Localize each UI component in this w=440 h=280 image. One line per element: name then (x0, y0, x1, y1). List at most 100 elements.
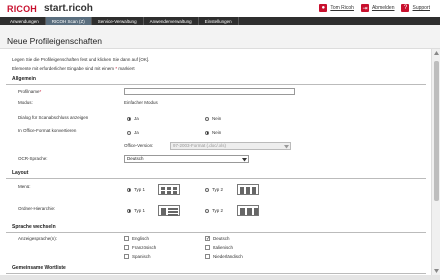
section-wordlist: Gemeinsame Wortliste (12, 265, 66, 271)
mode-label: Modus: (18, 100, 33, 105)
chevron-down-icon (242, 158, 247, 162)
radio-dot[interactable] (205, 116, 209, 121)
radio-label: Typ 1 (134, 187, 146, 192)
checkbox[interactable] (124, 236, 129, 241)
vertical-scrollbar[interactable] (431, 49, 440, 275)
checkbox-label: Französisch (132, 245, 157, 250)
office-version-label: Office-Version: (124, 143, 154, 148)
office-convert-no-radio[interactable]: Nein (205, 130, 221, 135)
radio-dot[interactable] (127, 187, 131, 192)
lang-checkbox-italian[interactable]: Italienisch (205, 245, 233, 250)
scan-end-no-radio[interactable]: Nein (205, 116, 221, 121)
column-layout-icon (237, 205, 259, 216)
lang-checkbox-german[interactable]: Deutsch (205, 236, 230, 242)
radio-label: Nein (212, 130, 222, 135)
office-version-value: 97-2003-Format (.doc/.xls) (173, 143, 227, 148)
radio-dot[interactable] (205, 208, 209, 213)
radio-label: Typ 1 (134, 208, 146, 213)
folder-type1-radio[interactable]: Typ 1 (127, 208, 145, 213)
user-area: ● Tom Ricoh ⇥ Abmelden ? Support (319, 3, 434, 13)
checkbox[interactable] (124, 245, 129, 250)
scroll-down-icon[interactable] (434, 269, 439, 273)
support-icon: ? (401, 4, 410, 12)
ocr-language-value: Deutsch (127, 156, 144, 161)
office-convert-label: In Office-Format konvertieren (18, 128, 77, 133)
lang-checkbox-french[interactable]: Französisch (124, 245, 156, 250)
radio-dot[interactable] (205, 187, 209, 192)
menu-type2-radio[interactable]: Typ 2 (205, 187, 223, 192)
ricoh-logo: RICOH (7, 4, 37, 14)
divider (6, 84, 426, 85)
logout-icon: ⇥ (360, 4, 369, 12)
office-convert-yes-radio[interactable]: Ja (127, 130, 139, 135)
profile-name-input[interactable] (124, 88, 295, 95)
lang-checkbox-dutch[interactable]: Niederländisch (205, 254, 243, 259)
page-title-bar: Neue Profileigenschaften (0, 25, 440, 49)
required-marker: * (39, 89, 42, 94)
radio-dot[interactable] (127, 130, 131, 135)
chevron-down-icon (284, 145, 289, 149)
scan-end-dialog-label: Dialog für Scanabschluss anzeigen (18, 115, 89, 120)
scrollbar-thumb[interactable] (434, 61, 439, 201)
page-title: Neue Profileigenschaften (7, 36, 102, 46)
bottom-edge (0, 275, 440, 280)
ocr-language-select[interactable]: Deutsch (124, 155, 249, 163)
checkbox[interactable] (205, 236, 210, 242)
checkbox-label: Englisch (132, 236, 150, 241)
folder-type2-radio[interactable]: Typ 2 (205, 208, 223, 213)
top-header: RICOH start.ricoh ● Tom Ricoh ⇥ Abmelden… (0, 0, 440, 17)
checkbox-label: Niederländisch (213, 254, 243, 259)
required-note-suffix: markiert (118, 66, 135, 71)
scan-end-yes-radio[interactable]: Ja (127, 116, 139, 121)
divider (6, 178, 426, 179)
radio-label: Typ 2 (212, 208, 224, 213)
app-name: start.ricoh (44, 3, 93, 14)
menu-label: Menü: (18, 184, 31, 189)
tab-service-management[interactable]: Service-Verwaltung (92, 17, 144, 25)
divider (6, 232, 426, 233)
lang-checkbox-spanish[interactable]: Spanisch (124, 254, 151, 259)
office-version-select[interactable]: 97-2003-Format (.doc/.xls) (170, 142, 291, 150)
section-layout: Layout (12, 170, 29, 176)
ocr-language-label: OCR-Sprache: (18, 156, 48, 161)
radio-label: Typ 2 (212, 187, 224, 192)
display-language-label: Anzeigesprache(n): (18, 236, 58, 241)
radio-dot[interactable] (205, 130, 209, 135)
radio-label: Ja (134, 130, 139, 135)
logout-link[interactable]: Abmelden (372, 5, 395, 11)
tab-applications[interactable]: Anwendungen (4, 17, 46, 25)
checkbox[interactable] (205, 254, 210, 259)
divider (6, 273, 426, 274)
folder-hierarchy-label: Ordner-Hierarchie: (18, 206, 56, 211)
support-link[interactable]: Support (412, 5, 430, 11)
user-link[interactable]: Tom Ricoh (330, 5, 354, 11)
radio-label: Nein (212, 116, 222, 121)
required-note: Elemente mit erforderlicher Eingabe sind… (12, 66, 135, 71)
profile-name-label-text: Profilname (18, 89, 40, 94)
required-note-prefix: Elemente mit erforderlicher Eingabe sind… (12, 66, 115, 71)
radio-label: Ja (134, 116, 139, 121)
checkbox[interactable] (124, 254, 129, 259)
user-icon: ● (319, 4, 328, 12)
checkbox[interactable] (205, 245, 210, 250)
radio-dot[interactable] (127, 208, 131, 213)
grid-layout-icon (158, 184, 180, 195)
lang-checkbox-english[interactable]: Englisch (124, 236, 149, 241)
main-nav: Anwendungen RICOH Scan (Z) Service-Verwa… (0, 17, 440, 25)
required-marker: * (115, 66, 118, 71)
tab-ricoh-scan[interactable]: RICOH Scan (Z) (45, 17, 92, 25)
tile-layout-icon (237, 184, 259, 195)
tab-settings[interactable]: Einstellungen (199, 17, 239, 25)
scroll-up-icon[interactable] (434, 51, 439, 55)
checkbox-label: Italienisch (213, 245, 234, 250)
tab-user-management[interactable]: Anwenderverwaltung (144, 17, 199, 25)
radio-dot[interactable] (127, 116, 131, 121)
list-layout-icon (158, 205, 180, 216)
section-language: Sprache wechseln (12, 224, 56, 230)
intro-text: Legen Sie die Profileigenschaften fest u… (12, 57, 150, 62)
mode-value: Einfacher Modus (124, 100, 158, 105)
menu-type1-radio[interactable]: Typ 1 (127, 187, 145, 192)
checkbox-label: Deutsch (213, 236, 230, 241)
section-general: Allgemein (12, 76, 36, 82)
checkbox-label: Spanisch (132, 254, 151, 259)
